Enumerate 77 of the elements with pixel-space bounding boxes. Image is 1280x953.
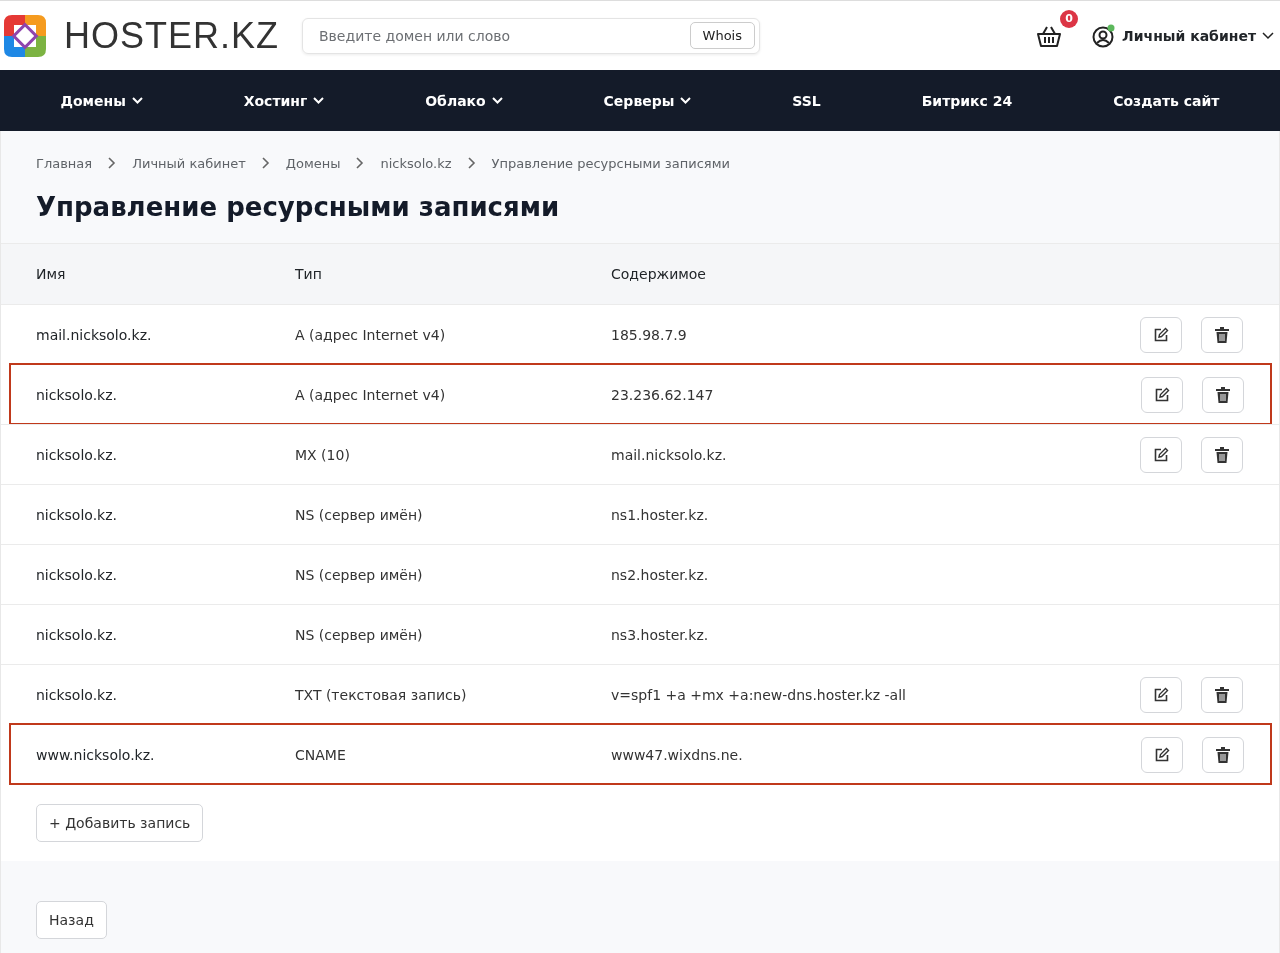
table-cell-text: nicksolo.kz. xyxy=(35,626,118,643)
delete-button[interactable] xyxy=(1201,316,1243,353)
table-cell-text: CNAME xyxy=(295,746,347,763)
logo-text[interactable]: HOSTER.KZ xyxy=(64,14,280,57)
chevron-down-icon xyxy=(1262,31,1274,40)
table-cell-text: www.nicksolo.kz. xyxy=(35,746,156,763)
delete-button[interactable] xyxy=(1202,376,1244,413)
cart-count: 0 xyxy=(1060,9,1079,28)
chevron-right-icon xyxy=(108,157,117,169)
trash-icon xyxy=(1215,446,1229,463)
table-cell-text: A (адрес Internet v4) xyxy=(295,386,447,403)
table-cell-text: NS (сервер имён) xyxy=(295,506,424,523)
table-cell-text: ns1.hoster.kz. xyxy=(611,506,710,523)
nav-link[interactable]: SSL xyxy=(792,92,821,109)
nav-link[interactable]: Битрикс 24 xyxy=(921,92,1013,109)
chevron-down-icon xyxy=(131,97,143,104)
table-cell-text: mail.nicksolo.kz. xyxy=(611,446,728,463)
edit-icon xyxy=(1153,326,1169,343)
edit-button[interactable] xyxy=(1141,376,1183,413)
breadcrumb-link[interactable]: Главная xyxy=(36,155,93,171)
column-header: Содержимое xyxy=(611,266,707,282)
chevron-down-icon xyxy=(680,97,692,104)
table-cell-text: nicksolo.kz. xyxy=(35,446,118,463)
table-cell-text: v=spf1 +a +mx +a:new-dns.hoster.kz -all xyxy=(611,686,907,703)
edit-icon xyxy=(1154,746,1170,763)
table-cell-text: 185.98.7.9 xyxy=(611,326,688,343)
edit-button[interactable] xyxy=(1140,676,1182,713)
page-title: Управление ресурсными записями xyxy=(35,191,561,224)
table-cell-text: nicksolo.kz. xyxy=(35,386,118,403)
table-cell-text: MX (10) xyxy=(295,446,351,463)
edit-button[interactable] xyxy=(1141,736,1183,773)
edit-button[interactable] xyxy=(1140,436,1182,473)
nav-link[interactable]: Создать сайт xyxy=(1113,92,1220,109)
chevron-right-icon xyxy=(467,157,476,169)
table-cell-text: nicksolo.kz. xyxy=(35,686,118,703)
user-icon xyxy=(1092,23,1117,48)
edit-icon xyxy=(1153,446,1169,463)
table-cell-text: ns3.hoster.kz. xyxy=(611,626,710,643)
back-button[interactable]: Назад xyxy=(36,901,107,939)
nav-link[interactable]: Облако xyxy=(425,92,503,109)
chevron-right-icon xyxy=(261,157,270,169)
account-menu[interactable]: Личный кабинет xyxy=(1092,23,1274,48)
column-header: Имя xyxy=(35,266,67,282)
table-cell-text: NS (сервер имён) xyxy=(295,566,424,583)
trash-icon xyxy=(1215,326,1229,343)
table-cell-text: mail.nicksolo.kz. xyxy=(35,326,153,343)
whois-button[interactable]: Whois xyxy=(689,22,755,49)
breadcrumb-link[interactable]: Управление ресурсными записями xyxy=(491,155,730,171)
search-field[interactable]: Введите домен или слово Whois xyxy=(302,17,760,54)
table-cell-text: A (адрес Internet v4) xyxy=(295,326,447,343)
nav-link[interactable]: Серверы xyxy=(603,92,692,109)
table-cell-text: nicksolo.kz. xyxy=(35,506,118,523)
table-cell-text: nicksolo.kz. xyxy=(35,566,118,583)
breadcrumb-link[interactable]: nicksolo.kz xyxy=(380,155,452,171)
delete-button[interactable] xyxy=(1201,436,1243,473)
delete-button[interactable] xyxy=(1201,676,1243,713)
column-header: Тип xyxy=(295,266,323,282)
table-cell-text: TXT (текстовая запись) xyxy=(295,686,468,703)
trash-icon xyxy=(1216,386,1230,403)
add-record-button[interactable]: + Добавить запись xyxy=(36,804,204,842)
edit-icon xyxy=(1153,686,1169,703)
trash-icon xyxy=(1215,686,1229,703)
edit-icon xyxy=(1154,386,1170,403)
nav-link[interactable]: Домены xyxy=(60,92,143,109)
chevron-down-icon xyxy=(491,97,503,104)
edit-button[interactable] xyxy=(1140,316,1182,353)
chevron-down-icon xyxy=(313,97,325,104)
table-cell-text: NS (сервер имён) xyxy=(295,626,424,643)
chevron-right-icon xyxy=(356,157,365,169)
table-cell-text: 23.236.62.147 xyxy=(611,386,715,403)
breadcrumb-link[interactable]: Домены xyxy=(285,155,341,171)
nav-link[interactable]: Хостинг xyxy=(243,92,325,109)
delete-button[interactable] xyxy=(1202,736,1244,773)
table-cell-text: www47.wixdns.ne. xyxy=(611,746,744,763)
trash-icon xyxy=(1216,746,1230,763)
breadcrumb-link[interactable]: Личный кабинет xyxy=(132,155,246,171)
table-cell-text: ns2.hoster.kz. xyxy=(611,566,710,583)
